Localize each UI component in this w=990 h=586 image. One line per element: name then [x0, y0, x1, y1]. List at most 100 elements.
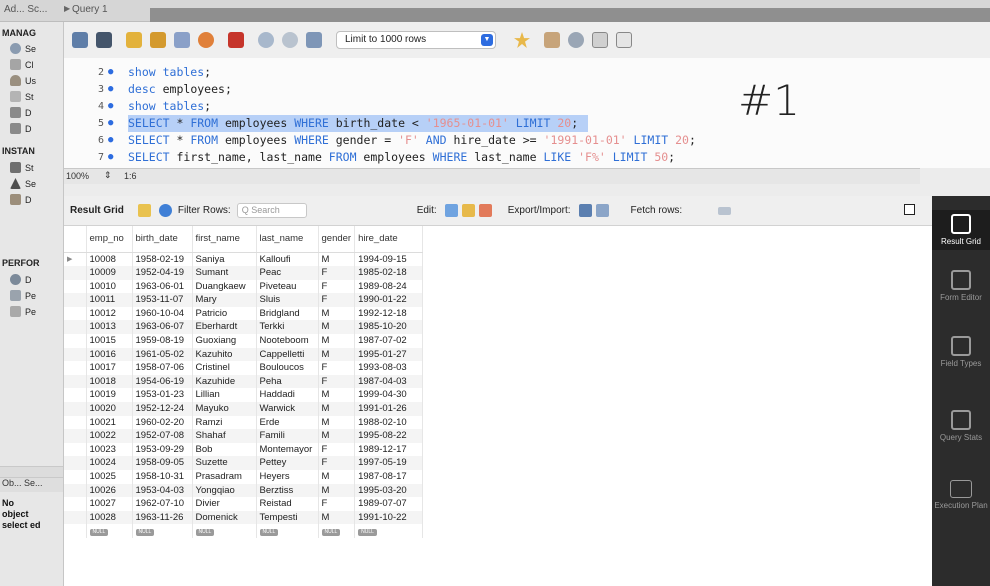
table-cell[interactable]: 1952-12-24 [132, 402, 193, 416]
side-button-query-stats[interactable]: Query Stats [932, 410, 990, 442]
tab-admin[interactable]: Ad... Sc... [4, 4, 47, 15]
table-cell[interactable]: 10022 [86, 429, 133, 443]
open-folder-icon[interactable] [72, 32, 88, 48]
table-cell[interactable]: M [318, 510, 356, 525]
refresh-icon[interactable] [158, 204, 172, 217]
table-cell[interactable]: Peac [256, 266, 319, 280]
table-cell[interactable]: F [318, 374, 356, 389]
column-header[interactable]: first_name [192, 226, 257, 253]
table-cell[interactable]: M [318, 402, 356, 416]
nav-item-users[interactable]: Us [10, 75, 36, 86]
zoom-stepper-icon[interactable]: ⇕ [104, 170, 112, 181]
table-cell[interactable]: 1958-02-19 [132, 252, 193, 267]
nav-item-performance-reports[interactable]: Pe [10, 290, 36, 301]
limit-rows-select[interactable]: Limit to 1000 rows ▼ [336, 31, 496, 49]
table-row[interactable]: 10015 1959-08-19 Guoxiang Nooteboom M 1987-07… [64, 334, 424, 348]
table-cell[interactable]: 1995-01-27 [354, 347, 424, 362]
table-cell[interactable]: Terkki [256, 320, 319, 335]
table-cell[interactable]: Warwick [256, 402, 319, 416]
null-cell[interactable]: NULL [132, 524, 193, 538]
table-cell[interactable]: 1962-07-10 [132, 497, 193, 511]
side-button-form-editor[interactable]: Form Editor [932, 270, 990, 302]
table-cell[interactable]: 1992-12-18 [354, 306, 424, 321]
editor-line[interactable]: 6 ● SELECT * FROM employees WHERE gender =… [64, 132, 990, 149]
null-cell[interactable]: NULL [192, 524, 257, 538]
table-row[interactable]: 10026 1953-04-03 Yongqiao Berztiss M 1995-03-… [64, 483, 424, 498]
table-cell[interactable]: Sluis [256, 293, 319, 307]
edit-row-icon[interactable] [444, 204, 458, 217]
table-cell[interactable]: 10010 [86, 279, 133, 294]
nav-item-performance-schema[interactable]: Pe [10, 306, 36, 317]
wrap-lines-icon[interactable] [616, 32, 632, 48]
table-cell[interactable]: Ramzi [192, 415, 257, 430]
table-cell[interactable]: Tempesti [256, 510, 319, 525]
table-cell[interactable]: 10017 [86, 361, 133, 375]
nav-item-options-file[interactable]: D [10, 194, 32, 205]
table-cell[interactable]: 1953-04-03 [132, 483, 193, 498]
snippet-icon[interactable] [544, 32, 560, 48]
import-icon[interactable] [595, 204, 609, 217]
table-cell[interactable]: 1963-06-01 [132, 279, 193, 294]
nav-item-client-connections[interactable]: Cl [10, 59, 34, 70]
table-cell[interactable]: 1963-11-26 [132, 510, 193, 525]
table-cell[interactable]: 10011 [86, 293, 133, 307]
table-cell[interactable]: 1953-09-29 [132, 442, 193, 457]
commit-icon[interactable] [258, 32, 274, 48]
table-cell[interactable]: M [318, 347, 356, 362]
table-cell[interactable]: 1952-04-19 [132, 266, 193, 280]
table-cell[interactable]: Bouloucos [256, 361, 319, 375]
table-cell[interactable]: Famili [256, 429, 319, 443]
new-row[interactable]: NULL NULL NULL NULL NULL NULL [64, 524, 424, 538]
table-cell[interactable]: 10020 [86, 402, 133, 416]
table-cell[interactable]: 10015 [86, 334, 133, 348]
table-cell[interactable]: Berztiss [256, 483, 319, 498]
table-cell[interactable]: Kalloufi [256, 252, 319, 267]
table-cell[interactable]: Piveteau [256, 279, 319, 294]
table-cell[interactable]: Mary [192, 293, 257, 307]
table-cell[interactable]: 1960-02-20 [132, 415, 193, 430]
table-cell[interactable]: 10028 [86, 510, 133, 525]
table-cell[interactable]: 10026 [86, 483, 133, 498]
table-cell[interactable]: Haddadi [256, 388, 319, 403]
side-button-execution-plan[interactable]: Execution Plan [932, 480, 990, 510]
table-cell[interactable]: Peha [256, 374, 319, 389]
table-cell[interactable]: 1989-12-17 [354, 442, 424, 457]
table-cell[interactable]: 1989-08-24 [354, 279, 424, 294]
column-header[interactable]: last_name [256, 226, 319, 253]
table-row[interactable]: 10025 1958-10-31 Prasadram Heyers M 1987-08-1… [64, 470, 424, 484]
table-cell[interactable]: 1990-01-22 [354, 293, 424, 307]
table-cell[interactable]: Reistad [256, 497, 319, 511]
table-cell[interactable]: 10025 [86, 470, 133, 484]
table-cell[interactable]: Patricio [192, 306, 257, 321]
table-cell[interactable]: 10016 [86, 347, 133, 362]
editor-line[interactable]: 5 ● SELECT * FROM employees WHERE birth_da… [64, 115, 990, 132]
table-row[interactable]: 10009 1952-04-19 Sumant Peac F 1985-02-18 [64, 266, 424, 280]
table-cell[interactable]: Bob [192, 442, 257, 457]
nav-item-dashboard[interactable]: D [10, 274, 32, 285]
table-row[interactable]: 10010 1963-06-01 Duangkaew Piveteau F 1989-08… [64, 279, 424, 294]
table-row[interactable]: 10021 1960-02-20 Ramzi Erde M 1988-02-10 [64, 415, 424, 430]
table-cell[interactable]: Yongqiao [192, 483, 257, 498]
table-cell[interactable]: 1958-07-06 [132, 361, 193, 375]
table-cell[interactable]: F [318, 361, 356, 375]
table-cell[interactable]: F [318, 293, 356, 307]
nav-item-data-import[interactable]: D [10, 123, 32, 134]
table-cell[interactable]: Lillian [192, 388, 257, 403]
null-cell[interactable]: NULL [318, 524, 356, 538]
table-cell[interactable]: 1985-10-20 [354, 320, 424, 335]
editor-line[interactable]: 7 ● SELECT first_name, last_name FROM empl… [64, 149, 990, 166]
table-cell[interactable]: 10008 [86, 252, 133, 267]
table-cell[interactable]: M [318, 334, 356, 348]
table-cell[interactable]: Sumant [192, 266, 257, 280]
table-cell[interactable]: 1985-02-18 [354, 266, 424, 280]
delete-row-icon[interactable] [478, 204, 492, 217]
nav-item-status-variables[interactable]: St [10, 91, 34, 102]
table-cell[interactable]: 1953-11-07 [132, 293, 193, 307]
table-cell[interactable]: Cristinel [192, 361, 257, 375]
table-cell[interactable]: Kazuhito [192, 347, 257, 362]
table-cell[interactable]: 1997-05-19 [354, 456, 424, 470]
table-cell[interactable]: Shahaf [192, 429, 257, 443]
table-row[interactable]: 10019 1953-01-23 Lillian Haddadi M 1999-04-30 [64, 388, 424, 403]
invisible-chars-icon[interactable] [592, 32, 608, 48]
table-row[interactable]: 10017 1958-07-06 Cristinel Bouloucos F 1993-0… [64, 361, 424, 375]
